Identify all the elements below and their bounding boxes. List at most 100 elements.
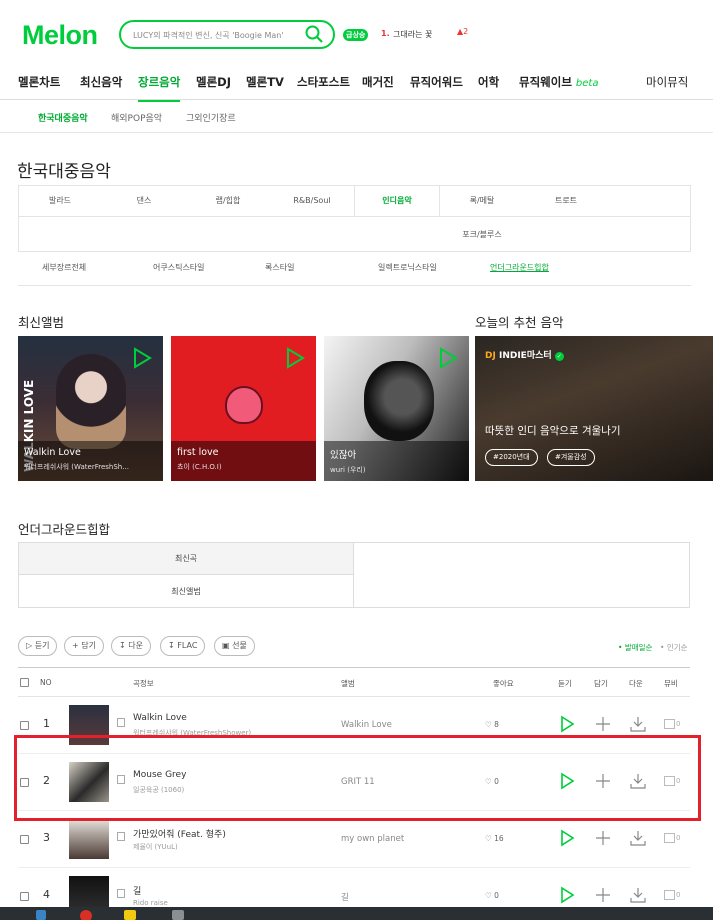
add-all-button[interactable]: + 담기 [64,636,104,656]
row-checkbox[interactable] [20,835,29,844]
genre-tab-folk[interactable]: 포크/블루스 [440,220,524,250]
sort-popular[interactable]: • 인기순 [660,642,688,653]
like-button[interactable]: ♡ 0 [485,891,499,900]
nav-mymusic[interactable]: 마이뮤직 [646,74,688,90]
chrome-icon[interactable] [80,910,92,920]
genre-tab-ballad[interactable]: 발라드 [18,186,102,216]
search-input[interactable]: LUCY의 파격적인 변신, 신곡 'Boogie Man' [119,20,335,49]
add-icon[interactable] [594,886,612,904]
genre-tab-rock[interactable]: 록/메탈 [440,186,524,216]
genre-tab-dance[interactable]: 댄스 [102,186,186,216]
album-card-1[interactable]: WALKIN LOVE Walkin Love 워터프레쉬샤워 (WaterFre… [18,336,163,481]
nav-chart[interactable]: 멜론차트 [18,74,60,90]
nav-magazine[interactable]: 매거진 [362,74,394,90]
folder-icon[interactable] [124,910,136,920]
nav-genre[interactable]: 장르음악 [138,74,181,102]
tag-2020s[interactable]: #2020년대 [485,449,538,466]
album-artist[interactable]: wuri (우리) [330,465,463,475]
album-card-3[interactable]: 있잖아 wuri (우리) [324,336,469,481]
song-album[interactable]: my own planet [341,834,404,844]
play-icon[interactable] [558,829,576,847]
like-button[interactable]: ♡ 16 [485,834,504,843]
song-info-icon[interactable] [117,832,125,841]
mv-icon[interactable] [664,719,675,729]
album-title[interactable]: Walkin Love [24,447,157,458]
dj-name[interactable]: INDIE마스터 [499,351,552,361]
add-icon[interactable] [594,715,612,733]
taskbar [0,907,713,920]
like-button[interactable]: ♡ 8 [485,720,499,729]
subgenre-rock[interactable]: 록스타일 [265,262,294,273]
row-checkbox[interactable] [20,721,29,730]
song-info-icon[interactable] [117,889,125,898]
genre-tab-hiphop[interactable]: 랩/힙합 [186,186,270,216]
album-artist[interactable]: 워터프레쉬샤워 (WaterFreshSh... [24,462,157,472]
subgenre-electronic[interactable]: 일렉트로닉스타일 [378,262,437,273]
album-title[interactable]: 있잖아 [330,447,463,461]
add-icon[interactable] [594,829,612,847]
mv-icon[interactable] [664,833,675,843]
genre-tab-trot[interactable]: 트로트 [524,186,608,216]
nav-starpost[interactable]: 스타포스트 [297,74,350,90]
download-icon[interactable] [629,715,647,733]
genre-tab-indie[interactable]: 인디음악 [354,186,440,216]
subgenre-acoustic[interactable]: 어쿠스틱스타일 [153,262,205,273]
subnav-korean[interactable]: 한국대중음악 [38,111,88,124]
download-icon[interactable] [629,829,647,847]
subnav-pop[interactable]: 해외POP음악 [111,111,162,124]
album-title[interactable]: first love [177,447,310,458]
nav-award[interactable]: 뮤직어워드 [410,74,463,90]
sort-release[interactable]: • 발매일순 [618,642,652,653]
song-album[interactable]: 길 [341,891,349,903]
play-icon[interactable] [558,715,576,733]
mv-icon[interactable] [664,890,675,900]
album-thumbnail[interactable] [69,819,109,859]
nav-dj[interactable]: 멜론DJ [196,74,231,90]
main-nav: 멜론차트 최신음악 장르음악 멜론DJ 멜론TV 스타포스트 매거진 뮤직어워드… [0,62,713,102]
realtime-rank: 1. [381,29,390,38]
row-number: 1 [43,717,50,730]
realtime-keyword[interactable]: 그대라는 꽃 [393,29,432,40]
play-icon[interactable] [437,346,459,370]
tab-latest-albums[interactable]: 최신앨범 [19,575,354,608]
song-title[interactable]: 가만있어줘 (Feat. 형주) [133,827,226,840]
nav-musicwave[interactable]: 뮤직웨이브 beta [519,74,598,90]
play-icon[interactable] [558,886,576,904]
play-icon[interactable] [284,346,306,370]
song-artist[interactable]: Rido raise [133,899,168,907]
realtime-change-value: 2 [463,27,469,36]
like-count: 0 [494,891,499,900]
song-artist[interactable]: 제율이 (YUuL) [133,842,178,852]
download-button[interactable]: ↧ 다운 [111,636,151,656]
taskbar-app-icon[interactable] [172,910,184,920]
nav-language[interactable]: 어학 [478,74,499,90]
header-add: 담기 [594,679,608,688]
recommend-text[interactable]: 따뜻한 인디 음악으로 겨울나기 [485,423,621,438]
song-title[interactable]: 길 [133,884,141,897]
song-album[interactable]: Walkin Love [341,720,392,730]
select-all-checkbox[interactable] [20,678,29,687]
flac-button[interactable]: ↧ FLAC [160,636,206,656]
search-icon[interactable] [304,24,324,44]
song-info-icon[interactable] [117,718,125,727]
highlight-box [14,735,701,821]
taskbar-app-icon[interactable] [36,910,46,920]
subnav-other[interactable]: 그외인기장르 [186,111,236,124]
row-checkbox[interactable] [20,892,29,901]
genre-tab-rnb[interactable]: R&B/Soul [270,186,354,216]
album-artist[interactable]: 쵸이 (C.H.O.I) [177,462,310,472]
nav-tv[interactable]: 멜론TV [246,74,284,90]
listen-all-button[interactable]: ▷ 듣기 [18,636,58,656]
nav-latest[interactable]: 최신음악 [80,74,122,90]
tab-latest-songs[interactable]: 최신곡 [19,543,354,575]
album-card-2[interactable]: first love 쵸이 (C.H.O.I) [171,336,316,481]
tag-winter[interactable]: #겨울감성 [547,449,595,466]
download-icon[interactable] [629,886,647,904]
subgenre-underground[interactable]: 언더그라운드힙합 [490,262,549,273]
song-title[interactable]: Walkin Love [133,713,187,723]
melon-logo[interactable]: Melon [22,20,98,51]
recommend-card[interactable]: DJ INDIE마스터 ✓ 따뜻한 인디 음악으로 겨울나기 #2020년대 #… [475,336,713,481]
play-icon[interactable] [131,346,153,370]
subgenre-all[interactable]: 세부장르전체 [42,262,86,273]
gift-button[interactable]: ▣ 선물 [214,636,255,656]
